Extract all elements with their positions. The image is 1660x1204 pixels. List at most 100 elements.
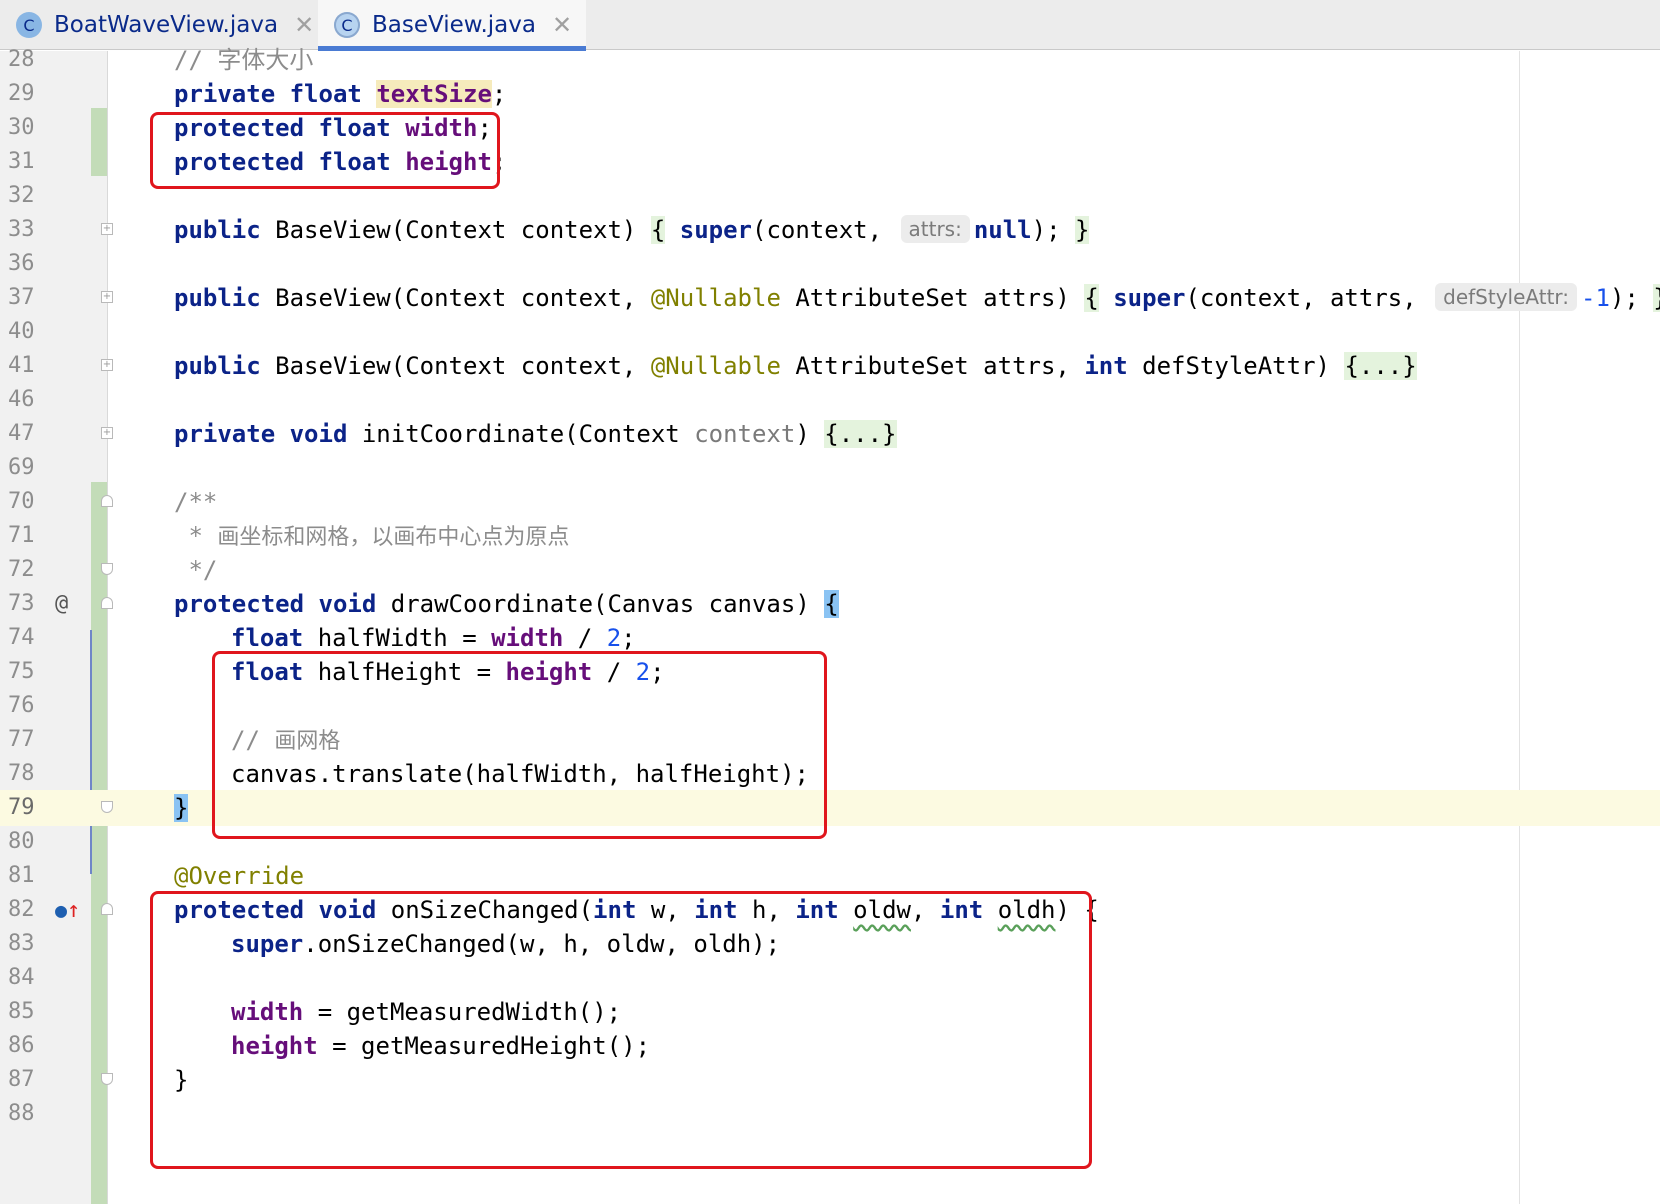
code-text[interactable]: * 画坐标和网格，以画布中心点为原点 bbox=[174, 518, 569, 554]
code-text[interactable]: @Override bbox=[174, 858, 304, 894]
keyword: super bbox=[679, 216, 752, 244]
folded-brace[interactable]: } bbox=[1653, 284, 1660, 312]
highlight-box-onsizechanged bbox=[150, 891, 1092, 1169]
line-number: 82 bbox=[8, 897, 35, 922]
folded-brace[interactable]: { bbox=[1084, 284, 1099, 312]
line-number: 86 bbox=[8, 1033, 35, 1058]
fold-expand-icon[interactable]: + bbox=[101, 427, 113, 439]
fold-collapse-icon[interactable] bbox=[101, 495, 113, 507]
punct: ; bbox=[621, 624, 636, 652]
line-number: 30 bbox=[8, 115, 35, 140]
code-text[interactable]: public BaseView(Context context, @Nullab… bbox=[174, 348, 1417, 384]
keyword: float bbox=[231, 624, 304, 652]
comment: /** bbox=[174, 488, 218, 516]
tab-label: BaseView.java bbox=[372, 12, 536, 38]
keyword: protected bbox=[174, 590, 305, 618]
fold-end-icon[interactable] bbox=[101, 1073, 113, 1085]
comment: * bbox=[174, 522, 218, 550]
keyword: public bbox=[174, 284, 261, 312]
field-name: textSize bbox=[376, 80, 492, 108]
number-literal: -1 bbox=[1581, 284, 1610, 312]
keyword: private bbox=[174, 420, 276, 448]
field-name: width bbox=[491, 624, 564, 652]
code-line: 72 */ bbox=[0, 552, 1660, 588]
keyword: void bbox=[318, 590, 377, 618]
folded-brace[interactable]: { bbox=[650, 216, 666, 244]
code-line: 33 + public BaseView(Context context) { … bbox=[0, 212, 1660, 248]
matched-brace: { bbox=[824, 590, 839, 618]
code-text[interactable]: public BaseView(Context context, @Nullab… bbox=[174, 280, 1660, 316]
line-number: 74 bbox=[8, 625, 35, 650]
annotation: @Nullable bbox=[650, 284, 781, 312]
folded-brace[interactable]: } bbox=[1074, 216, 1090, 244]
signature: BaseView(Context context, bbox=[260, 352, 651, 380]
line-number: 88 bbox=[8, 1101, 35, 1126]
code-text[interactable]: public BaseView(Context context) { super… bbox=[174, 212, 1090, 248]
code-line: 37 + public BaseView(Context context, @N… bbox=[0, 280, 1660, 316]
line-number: 77 bbox=[8, 727, 35, 752]
tab-label: BoatWaveView.java bbox=[54, 12, 279, 38]
unused-parameter: context bbox=[694, 420, 796, 448]
close-icon[interactable]: ✕ bbox=[294, 11, 314, 39]
keyword: super bbox=[1113, 284, 1186, 312]
fold-expand-icon[interactable]: + bbox=[101, 359, 113, 371]
signature: BaseView(Context context, bbox=[260, 284, 651, 312]
fold-end-icon[interactable] bbox=[101, 801, 113, 813]
line-number: 69 bbox=[8, 455, 35, 480]
fold-collapse-icon[interactable] bbox=[101, 903, 113, 915]
punct: ); bbox=[1609, 284, 1654, 312]
keyword: null bbox=[973, 216, 1032, 244]
line-number: 33 bbox=[8, 217, 35, 242]
folded-code[interactable]: {...} bbox=[1344, 352, 1417, 380]
args: (context, bbox=[752, 216, 897, 244]
fold-expand-icon[interactable]: + bbox=[101, 223, 113, 235]
code-text[interactable]: private void initCoordinate(Context cont… bbox=[174, 416, 897, 452]
annotation: @Override bbox=[174, 862, 305, 890]
line-number: 83 bbox=[8, 931, 35, 956]
line-number: 70 bbox=[8, 489, 35, 514]
signature: defStyleAttr) bbox=[1127, 352, 1345, 380]
up-arrow-icon: ↑ bbox=[67, 898, 81, 923]
code-text[interactable]: } bbox=[174, 790, 189, 826]
code-line: 69 bbox=[0, 450, 1660, 486]
operator: / bbox=[563, 624, 607, 652]
line-number: 73 bbox=[8, 591, 35, 616]
matched-brace: } bbox=[174, 794, 189, 822]
override-at-icon[interactable]: @ bbox=[55, 586, 68, 622]
code-text[interactable]: protected void drawCoordinate(Canvas can… bbox=[174, 586, 839, 622]
line-number: 71 bbox=[8, 523, 35, 548]
code-line: 46 bbox=[0, 382, 1660, 418]
code-text[interactable]: private float textSize; bbox=[174, 76, 506, 112]
line-number: 85 bbox=[8, 999, 35, 1024]
close-icon[interactable]: ✕ bbox=[552, 11, 572, 39]
number-literal: 2 bbox=[606, 624, 622, 652]
keyword: int bbox=[1084, 352, 1128, 380]
comment: 画坐标和网格，以画布中心点为原点 bbox=[217, 525, 570, 550]
code-text[interactable]: /** bbox=[174, 484, 217, 520]
line-number: 46 bbox=[8, 387, 35, 412]
overrides-method-icon[interactable]: ●↑ bbox=[55, 892, 80, 928]
line-number: 36 bbox=[8, 251, 35, 276]
punct: ; bbox=[491, 80, 507, 108]
fold-expand-icon[interactable]: + bbox=[101, 291, 113, 303]
line-number: 41 bbox=[8, 353, 35, 378]
line-number: 75 bbox=[8, 659, 35, 684]
punct: ) bbox=[795, 420, 825, 448]
code-line: 71 * 画坐标和网格，以画布中心点为原点 bbox=[0, 518, 1660, 554]
code-text[interactable]: // 字体大小 bbox=[174, 42, 313, 78]
line-number: 28 bbox=[8, 47, 35, 72]
code-line: 41 + public BaseView(Context context, @N… bbox=[0, 348, 1660, 384]
folded-code[interactable]: {...} bbox=[824, 420, 897, 448]
line-number: 81 bbox=[8, 863, 35, 888]
parameter-hint: attrs: bbox=[900, 215, 970, 243]
line-number: 32 bbox=[8, 183, 35, 208]
code-text[interactable]: */ bbox=[174, 552, 217, 588]
code-line: 47 + private void initCoordinate(Context… bbox=[0, 416, 1660, 452]
punct: ); bbox=[1031, 216, 1075, 244]
fold-collapse-icon[interactable] bbox=[101, 597, 113, 609]
line-number: 40 bbox=[8, 319, 35, 344]
line-number: 47 bbox=[8, 421, 35, 446]
java-class-icon: C bbox=[334, 12, 360, 38]
code-line: 81 @Override bbox=[0, 858, 1660, 894]
fold-end-icon[interactable] bbox=[101, 563, 113, 575]
